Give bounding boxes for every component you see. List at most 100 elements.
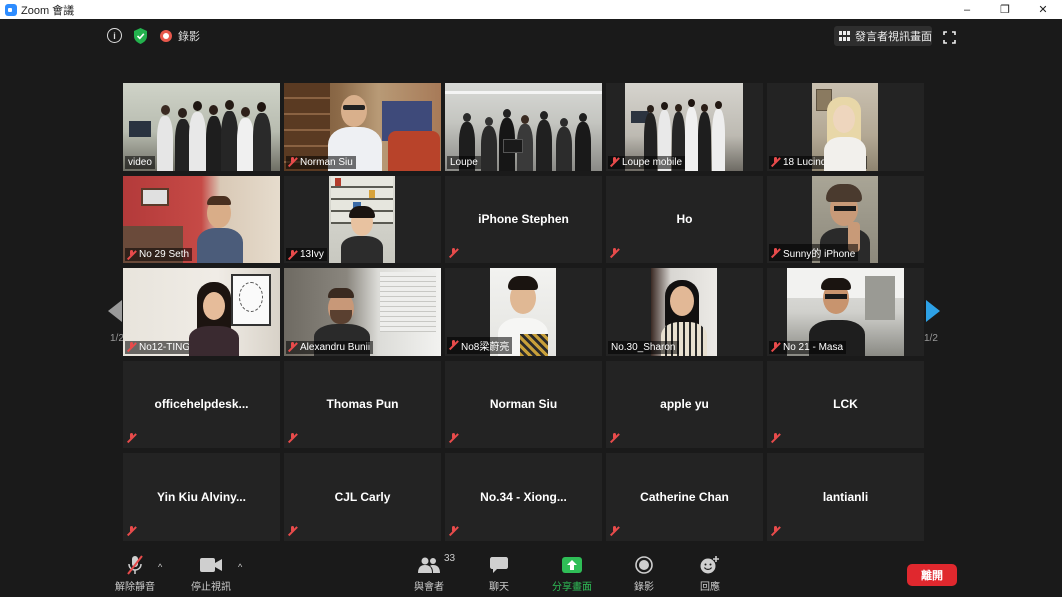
- participant-tile[interactable]: No.34 - Xiong...: [445, 453, 602, 541]
- muted-mic-icon: [449, 525, 458, 536]
- participant-tile[interactable]: lantianli: [767, 453, 924, 541]
- participant-tile[interactable]: Alexandru Bunii: [284, 268, 441, 356]
- meeting-topbar: i 錄影 發言者視訊畫面: [0, 19, 1062, 53]
- participant-name-centered: Ho: [676, 212, 693, 227]
- participant-tile[interactable]: No 21 - Masa: [767, 268, 924, 356]
- muted-mic-icon: [610, 433, 619, 443]
- participant-name-tag: Loupe: [447, 155, 481, 169]
- participants-icon: [418, 557, 440, 573]
- participant-name-tag: video: [125, 155, 155, 169]
- leave-meeting-button[interactable]: 離開: [907, 564, 957, 586]
- participant-name-tag: No.30_Sharon: [608, 340, 679, 354]
- muted-mic-icon: [288, 433, 297, 443]
- speaker-view-button[interactable]: 發言者視訊畫面: [834, 26, 932, 46]
- participant-tile[interactable]: apple yu: [606, 360, 763, 448]
- meeting-toolbar: 解除靜音 ^ 停止視訊 ^ 33 與會者 聊天 分享畫面 錄影 回應 離開: [0, 549, 1062, 597]
- muted-mic-icon: [610, 157, 619, 167]
- participant-name-centered: Norman Siu: [489, 397, 558, 412]
- muted-mic-icon: [127, 249, 136, 260]
- video-options-caret-icon[interactable]: ^: [238, 562, 242, 572]
- participant-name-centered: Yin Kiu Alviny...: [157, 489, 246, 504]
- muted-mic-icon: [288, 249, 297, 260]
- reactions-label: 回應: [700, 582, 720, 593]
- participant-name-tag: No 21 - Masa: [769, 340, 847, 354]
- participant-tile[interactable]: CJL Carly: [284, 453, 441, 541]
- fullscreen-icon[interactable]: [943, 31, 956, 44]
- gallery-grid: video Norman Siu Loupe Loupe mobile 18 L…: [123, 83, 924, 541]
- participant-name-centered: CJL Carly: [334, 489, 391, 504]
- stop-video-button[interactable]: 停止視訊: [191, 555, 231, 593]
- prev-page-arrow-icon[interactable]: [108, 300, 122, 322]
- window-title: Zoom 會議: [21, 4, 75, 17]
- participant-name-centered: lantianli: [822, 489, 869, 504]
- recording-icon[interactable]: [160, 30, 172, 42]
- muted-mic-icon: [771, 247, 780, 258]
- participant-name-tag: Loupe mobile: [608, 155, 686, 169]
- participant-name-tag: 13Ivy: [286, 248, 327, 261]
- unmute-label: 解除靜音: [115, 582, 155, 593]
- muted-mic-icon: [127, 525, 136, 536]
- participant-tile[interactable]: Norman Siu: [445, 360, 602, 448]
- video-camera-icon: [200, 558, 222, 572]
- unmute-button[interactable]: 解除靜音: [115, 555, 155, 593]
- muted-mic-icon: [449, 340, 458, 350]
- page-indicator-right: 1/2: [924, 333, 938, 344]
- participant-tile[interactable]: video: [123, 83, 280, 171]
- participant-tile[interactable]: Catherine Chan: [606, 453, 763, 541]
- participant-name-centered: iPhone Stephen: [478, 212, 569, 227]
- next-page-arrow-icon[interactable]: [926, 300, 940, 322]
- share-screen-button[interactable]: 分享畫面: [552, 555, 592, 593]
- participant-name-centered: Thomas Pun: [326, 397, 399, 412]
- participant-name-centered: No.34 - Xiong...: [480, 489, 567, 504]
- participant-tile[interactable]: No 29 Seth: [123, 175, 280, 263]
- participants-label: 與會者: [414, 582, 444, 593]
- participant-tile[interactable]: Loupe: [445, 83, 602, 171]
- participant-name-centered: apple yu: [660, 397, 709, 412]
- participants-button[interactable]: 33 與會者: [414, 553, 455, 593]
- speaker-view-label: 發言者視訊畫面: [855, 31, 932, 43]
- participant-tile[interactable]: 18 Lucinda Dabbs: [767, 83, 924, 171]
- record-icon: [635, 556, 653, 574]
- meeting-info-icon[interactable]: i: [107, 28, 122, 43]
- participant-tile[interactable]: Ho: [606, 175, 763, 263]
- participant-tile[interactable]: No8梁蔚亮: [445, 268, 602, 356]
- participant-name-centered: LCK: [833, 397, 858, 412]
- share-screen-label: 分享畫面: [552, 582, 592, 593]
- muted-mic-icon: [610, 248, 619, 258]
- close-button[interactable]: ✕: [1024, 0, 1062, 19]
- muted-mic-icon: [127, 342, 136, 352]
- muted-mic-icon: [127, 433, 136, 443]
- participant-tile[interactable]: Sunny的 iPhone: [767, 175, 924, 263]
- participant-name-tag: Norman Siu: [286, 155, 356, 169]
- record-label: 錄影: [634, 582, 654, 593]
- participant-tile[interactable]: Norman Siu: [284, 83, 441, 171]
- chat-button[interactable]: 聊天: [489, 555, 509, 593]
- participants-count: 33: [444, 553, 456, 564]
- participant-tile[interactable]: LCK: [767, 360, 924, 448]
- participant-tile[interactable]: officehelpdesk...: [123, 360, 280, 448]
- participant-name-tag: No12-TING: [125, 340, 194, 354]
- chat-label: 聊天: [489, 582, 509, 593]
- record-button[interactable]: 錄影: [634, 555, 654, 593]
- participant-name-tag: No 29 Seth: [125, 248, 193, 261]
- recording-label[interactable]: 錄影: [178, 28, 200, 44]
- encryption-shield-icon[interactable]: [133, 28, 148, 44]
- minimize-button[interactable]: –: [948, 0, 986, 19]
- participant-tile[interactable]: No12-TING: [123, 268, 280, 356]
- participant-tile[interactable]: No.30_Sharon: [606, 268, 763, 356]
- participant-tile[interactable]: iPhone Stephen: [445, 175, 602, 263]
- participant-tile[interactable]: 13Ivy: [284, 175, 441, 263]
- speaker-view-icon: [839, 31, 851, 41]
- window-titlebar: Zoom 會議 – ❐ ✕: [0, 0, 1062, 19]
- audio-options-caret-icon[interactable]: ^: [158, 562, 162, 572]
- participant-name-tag: Sunny的 iPhone: [769, 244, 859, 261]
- participant-tile[interactable]: Thomas Pun: [284, 360, 441, 448]
- participant-tile[interactable]: Loupe mobile: [606, 83, 763, 171]
- zoom-logo-icon: [5, 3, 17, 16]
- muted-mic-icon: [288, 525, 297, 536]
- participant-name-tag: No8梁蔚亮: [447, 336, 513, 354]
- reactions-button[interactable]: 回應: [700, 555, 720, 593]
- restore-button[interactable]: ❐: [986, 0, 1024, 19]
- participant-tile[interactable]: Yin Kiu Alviny...: [123, 453, 280, 541]
- participant-name-centered: Catherine Chan: [640, 489, 729, 504]
